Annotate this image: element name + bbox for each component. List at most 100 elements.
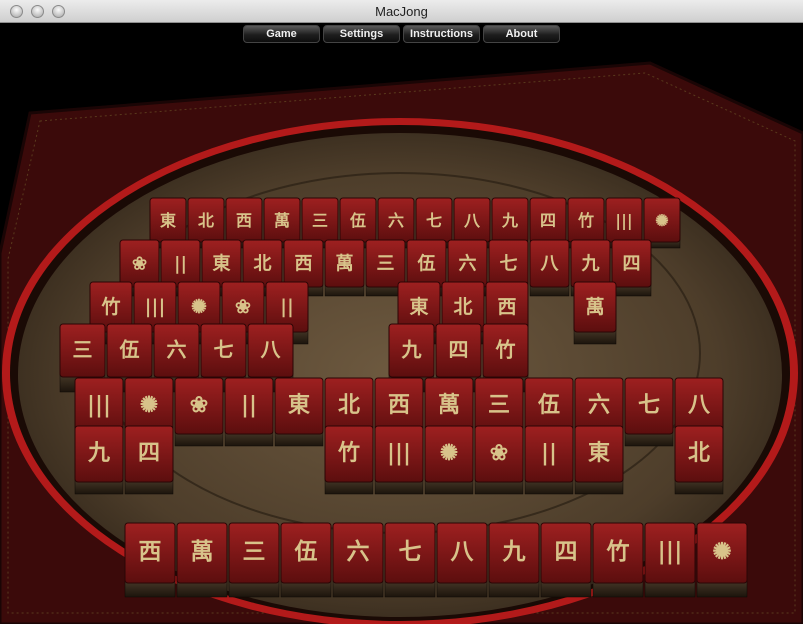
- tile-glyph: ||: [541, 440, 557, 466]
- tile-glyph: ✺: [140, 392, 158, 418]
- tile-glyph: 西: [139, 538, 162, 565]
- tile-glyph: |||: [615, 211, 632, 230]
- mahjong-tile[interactable]: 九: [74, 425, 124, 495]
- tile-glyph: 萬: [274, 211, 290, 230]
- tile-glyph: 八: [541, 254, 560, 275]
- mahjong-tile[interactable]: ❀: [474, 425, 524, 495]
- mahjong-tile[interactable]: |||: [374, 425, 424, 495]
- tile-glyph: ❀: [190, 392, 208, 418]
- mahjong-tile[interactable]: 萬: [176, 522, 228, 598]
- mahjong-tile[interactable]: 四: [540, 522, 592, 598]
- mahjong-tile[interactable]: ✺: [424, 425, 474, 495]
- game-window: MacJong Game Settings Instructions About: [0, 0, 803, 624]
- tile-glyph: 八: [261, 338, 282, 362]
- mahjong-tile[interactable]: 三: [228, 522, 280, 598]
- tile-glyph: 西: [497, 296, 516, 318]
- window-title: MacJong: [375, 4, 428, 19]
- tile-glyph: 伍: [537, 392, 560, 418]
- tile-glyph: 四: [540, 211, 556, 230]
- tile-glyph: ✺: [191, 296, 207, 318]
- tile-glyph: |||: [657, 538, 682, 565]
- tile-glyph: 七: [500, 254, 518, 275]
- tile-glyph: 北: [338, 392, 360, 418]
- mahjong-tile[interactable]: 東: [274, 377, 324, 447]
- tile-glyph: 竹: [337, 440, 360, 466]
- tile-glyph: 北: [453, 296, 472, 318]
- title-bar[interactable]: MacJong: [0, 0, 803, 23]
- mahjong-tile[interactable]: 八: [436, 522, 488, 598]
- tile-glyph: 萬: [336, 254, 354, 275]
- mahjong-tile[interactable]: 萬: [573, 281, 617, 345]
- tile-glyph: 九: [501, 211, 518, 230]
- tile-glyph: 七: [426, 211, 442, 230]
- tile-glyph: 九: [502, 538, 526, 565]
- tile-glyph: 六: [167, 338, 187, 362]
- tile-glyph: 三: [312, 211, 328, 230]
- mahjong-tile[interactable]: 七: [384, 522, 436, 598]
- mahjong-tile[interactable]: 竹: [592, 522, 644, 598]
- tile-glyph: ||: [174, 254, 187, 275]
- mahjong-tile[interactable]: 六: [332, 522, 384, 598]
- tile-glyph: 竹: [495, 338, 516, 362]
- tile-glyph: 四: [138, 440, 160, 466]
- mahjong-tile[interactable]: 七: [624, 377, 674, 447]
- mahjong-tile[interactable]: |||: [644, 522, 696, 598]
- tile-glyph: 東: [160, 211, 176, 230]
- tile-glyph: 東: [213, 253, 231, 275]
- tile-glyph: 伍: [349, 211, 366, 230]
- tile-glyph: ❀: [132, 254, 147, 275]
- tile-glyph: |||: [387, 440, 411, 466]
- tile-glyph: ✺: [655, 211, 668, 230]
- tile-glyph: 四: [623, 254, 641, 275]
- tile-glyph: 萬: [585, 296, 604, 318]
- tile-glyph: 東: [409, 295, 428, 318]
- tile-glyph: 三: [488, 392, 510, 418]
- tile-glyph: 伍: [295, 538, 318, 565]
- tile-glyph: 西: [388, 392, 410, 418]
- tile-glyph: 北: [198, 211, 214, 230]
- tile-glyph: ||: [280, 296, 294, 318]
- tile-glyph: ✺: [440, 440, 458, 466]
- tile-glyph: 六: [347, 538, 370, 565]
- mahjong-tile[interactable]: 東: [574, 425, 624, 495]
- tile-glyph: 七: [214, 338, 234, 362]
- mahjong-tile[interactable]: 萬: [324, 239, 365, 297]
- tile-glyph: 八: [688, 392, 711, 418]
- tile-glyph: ||: [241, 392, 257, 418]
- tile-glyph: 伍: [119, 338, 140, 362]
- mahjong-tile[interactable]: 四: [611, 239, 652, 297]
- game-board[interactable]: 東北西萬三伍六七八九四竹 ||| ✺❀ || 東北西萬三伍六七八九四竹 ||| ✺ ❀ || 東北…: [0, 23, 803, 624]
- tile-glyph: 伍: [417, 253, 436, 275]
- tile-glyph: 西: [295, 254, 313, 275]
- tile-glyph: 九: [401, 338, 422, 362]
- mahjong-tile[interactable]: ❀: [174, 377, 224, 447]
- mahjong-tile[interactable]: 八: [529, 239, 570, 297]
- mahjong-tile[interactable]: ||: [224, 377, 274, 447]
- mahjong-tile[interactable]: 九: [488, 522, 540, 598]
- tile-glyph: 六: [588, 392, 610, 418]
- tile-glyph: 東: [588, 440, 610, 466]
- mahjong-tile[interactable]: 竹: [324, 425, 374, 495]
- mahjong-tile[interactable]: 北: [674, 425, 724, 495]
- tile-glyph: 七: [399, 538, 422, 565]
- tile-glyph: |||: [87, 392, 111, 418]
- mahjong-tile[interactable]: ✺: [696, 522, 748, 598]
- tile-glyph: 六: [459, 253, 477, 275]
- tile-glyph: ❀: [235, 296, 251, 318]
- tile-glyph: 三: [73, 338, 93, 362]
- tile-glyph: 四: [449, 338, 469, 362]
- tile-glyph: 九: [581, 254, 600, 275]
- tile-glyph: ✺: [712, 538, 731, 565]
- tile-glyph: 七: [638, 392, 660, 418]
- tile-glyph: 萬: [191, 538, 214, 565]
- tile-glyph: 六: [388, 211, 404, 230]
- mahjong-tile[interactable]: 西: [124, 522, 176, 598]
- mahjong-tile[interactable]: 伍: [280, 522, 332, 598]
- tile-glyph: 東: [288, 392, 310, 418]
- mahjong-tile[interactable]: 四: [124, 425, 174, 495]
- tile-glyph: 三: [377, 254, 395, 275]
- tile-glyph: 三: [243, 538, 266, 565]
- tile-glyph: |||: [145, 296, 166, 318]
- tile-glyph: 竹: [606, 538, 630, 565]
- mahjong-tile[interactable]: ||: [524, 425, 574, 495]
